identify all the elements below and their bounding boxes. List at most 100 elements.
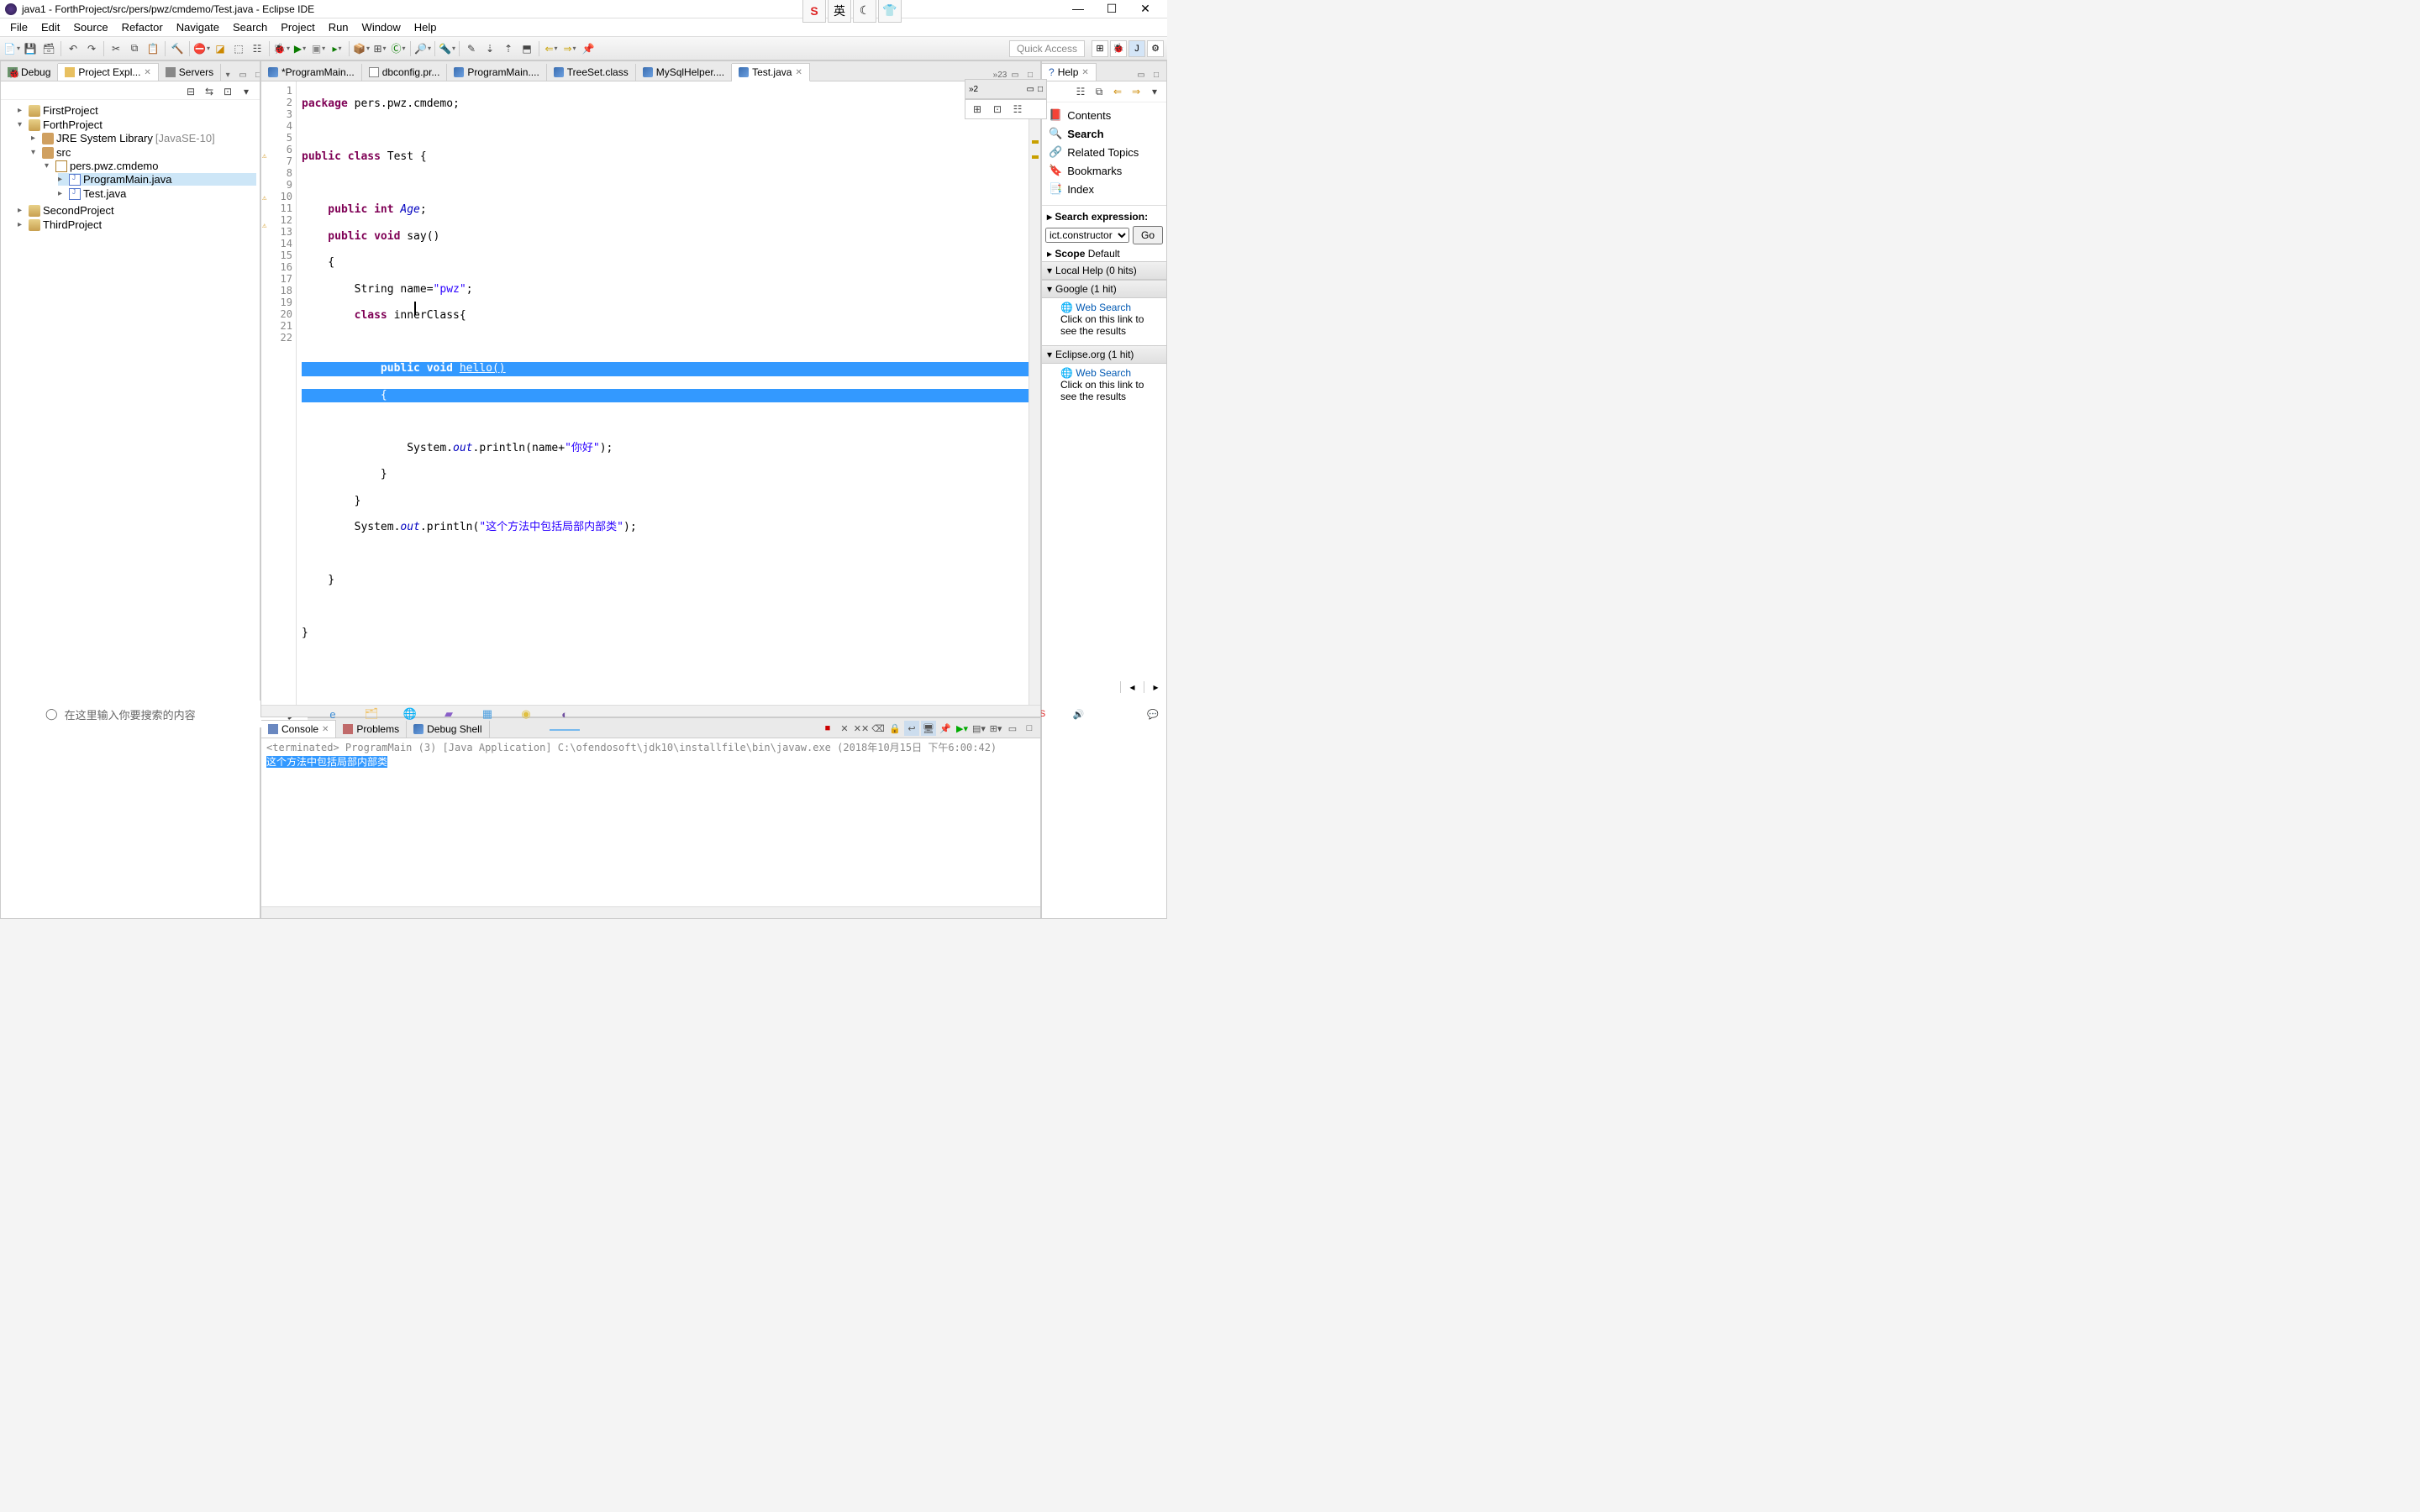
tray-volume-icon[interactable]: 🔊 [1073, 709, 1085, 720]
help-back-button[interactable]: ⇐ [1109, 83, 1126, 100]
paste-button[interactable]: 📋 [145, 40, 161, 57]
task-app2[interactable]: ◉ [508, 697, 544, 731]
editor-tab[interactable]: TreeSet.class [547, 64, 636, 81]
view-menu-icon[interactable]: ▾ [1146, 83, 1163, 100]
tab-project-explorer[interactable]: Project Expl...✕ [58, 63, 158, 81]
clear-console-button[interactable]: ⌫ [871, 721, 886, 736]
save-all-button[interactable]: 🗃 [40, 40, 57, 57]
tab-servers[interactable]: Servers [159, 64, 221, 81]
task-chrome[interactable]: 🌐 [392, 697, 429, 731]
minimize-button[interactable]: — [1070, 2, 1086, 16]
display-selected-button[interactable]: ▶▾ [955, 721, 970, 736]
outline-icon[interactable]: ⊞ [969, 101, 986, 118]
task-edge[interactable]: e [314, 697, 351, 731]
horizontal-scrollbar[interactable] [261, 906, 1040, 918]
web-search-link[interactable]: Web Search [1076, 367, 1131, 379]
menu-window[interactable]: Window [355, 19, 408, 35]
open-perspective-button[interactable]: ⊞ [1092, 40, 1108, 57]
editor-tab-active[interactable]: Test.java✕ [732, 63, 810, 81]
web-search-link[interactable]: Web Search [1076, 302, 1131, 313]
pin-button[interactable]: 📌 [580, 40, 597, 57]
open-console-button[interactable]: ▤▾ [971, 721, 986, 736]
task-eclipse[interactable]: ◐ [546, 697, 583, 731]
view-menu-button[interactable]: ▾ [221, 69, 234, 81]
editor-tab[interactable]: MySqlHelper.... [636, 64, 732, 81]
toolbar-icon[interactable]: ◪ [212, 40, 229, 57]
help-search[interactable]: 🔍Search [1045, 124, 1163, 143]
prev-annotation-button[interactable]: ⇡ [500, 40, 517, 57]
toggle-mark-button[interactable]: ✎ [463, 40, 480, 57]
code-editor[interactable]: ⚠ ⚠ ⚠ 1234567891011121314151617181920212… [261, 81, 1040, 705]
tray-notifications-icon[interactable]: 💬 [1147, 709, 1159, 720]
view-menu-icon[interactable]: ▾ [238, 83, 255, 100]
warning-marker-icon[interactable]: ⚠ [262, 152, 271, 160]
new-console-button[interactable]: ⊞▾ [988, 721, 1003, 736]
tray-network-icon[interactable]: 🖧 [1054, 706, 1064, 722]
scroll-lock-button[interactable]: 🔒 [887, 721, 902, 736]
toolbar-icon[interactable]: ⬒ [518, 40, 535, 57]
menu-project[interactable]: Project [274, 19, 321, 35]
pin-console-button[interactable]: 📌 [938, 721, 953, 736]
search-button[interactable]: 🔦 [439, 40, 455, 57]
status-scroll-right[interactable]: ▸ [1144, 681, 1167, 693]
maximize-view-button[interactable]: □ [1038, 85, 1043, 94]
warning-marker-icon[interactable]: ⚠ [262, 194, 271, 202]
help-section-google[interactable]: ▾ Google (1 hit) [1042, 280, 1166, 298]
ime-sogou-icon[interactable]: S [802, 0, 826, 23]
menu-help[interactable]: Help [408, 19, 444, 35]
help-bookmarks[interactable]: 🔖Bookmarks [1045, 161, 1163, 180]
editor-tab[interactable]: ProgramMain.... [447, 64, 546, 81]
perspective-java[interactable]: J [1128, 40, 1145, 57]
run-button[interactable]: ▶ [292, 40, 308, 57]
overview-ruler[interactable] [1028, 81, 1040, 705]
perspective-debug[interactable]: 🐞 [1110, 40, 1127, 57]
project-tree[interactable]: ▸FirstProject ▾ForthProject ▸JRE System … [1, 100, 260, 918]
tab-debug[interactable]: 🐞Debug [1, 64, 58, 81]
new-package-button[interactable]: ⊞ [371, 40, 388, 57]
perspective-javaee[interactable]: ⚙ [1147, 40, 1164, 57]
ime-moon-icon[interactable]: ☾ [853, 0, 876, 23]
toolbar-icon[interactable]: ☷ [249, 40, 266, 57]
forward-button[interactable]: ⇒ [561, 40, 578, 57]
word-wrap-button[interactable]: ↩ [904, 721, 919, 736]
help-section-eclipse[interactable]: ▾ Eclipse.org (1 hit) [1042, 345, 1166, 364]
close-icon[interactable]: ✕ [1081, 68, 1088, 77]
close-icon[interactable]: ✕ [144, 68, 150, 77]
help-go-button[interactable]: Go [1133, 226, 1163, 244]
help-forward-button[interactable]: ⇒ [1128, 83, 1144, 100]
redo-button[interactable]: ↷ [83, 40, 100, 57]
start-button[interactable] [0, 697, 39, 731]
undo-button[interactable]: ↶ [65, 40, 82, 57]
code-text[interactable]: package pers.pwz.cmdemo; public class Te… [297, 81, 1028, 705]
maximize-view-button[interactable]: □ [251, 69, 260, 81]
menu-source[interactable]: Source [66, 19, 114, 35]
save-button[interactable]: 💾 [22, 40, 39, 57]
terminate-button[interactable]: ■ [820, 721, 835, 736]
help-contents[interactable]: 📕Contents [1045, 106, 1163, 124]
toolbar-icon[interactable]: ⬚ [230, 40, 247, 57]
run-last-button[interactable]: ▸ [329, 40, 345, 57]
help-related-icon[interactable]: ⧉ [1091, 83, 1107, 100]
menu-edit[interactable]: Edit [34, 19, 66, 35]
ime-skin-icon[interactable]: 👕 [878, 0, 902, 23]
console-output[interactable]: <terminated> ProgramMain (3) [Java Appli… [261, 738, 1040, 906]
cut-button[interactable]: ✂ [108, 40, 124, 57]
new-java-project-button[interactable]: 📦 [353, 40, 370, 57]
back-button[interactable]: ⇐ [543, 40, 560, 57]
task-explorer[interactable]: 🗂 [353, 697, 390, 731]
editor-tab[interactable]: dbconfig.pr... [362, 64, 448, 81]
next-annotation-button[interactable]: ⇣ [481, 40, 498, 57]
coverage-button[interactable]: ▣ [310, 40, 327, 57]
menu-refactor[interactable]: Refactor [115, 19, 170, 35]
menu-file[interactable]: File [3, 19, 34, 35]
help-search-select[interactable]: ict.constructor [1045, 228, 1129, 243]
ime-lang-button[interactable]: 英 [828, 0, 851, 23]
warning-marker-icon[interactable]: ⚠ [262, 222, 271, 230]
task-app[interactable]: ▦ [469, 697, 506, 731]
show-console-button[interactable]: 🖥 [921, 721, 936, 736]
quick-access-input[interactable]: Quick Access [1009, 40, 1085, 57]
help-related-topics[interactable]: 🔗Related Topics [1045, 143, 1163, 161]
restore-view-button[interactable]: ▭ [1027, 85, 1034, 94]
outline-icon[interactable]: ☷ [1009, 101, 1026, 118]
minimize-view-button[interactable]: ▭ [1005, 721, 1020, 736]
